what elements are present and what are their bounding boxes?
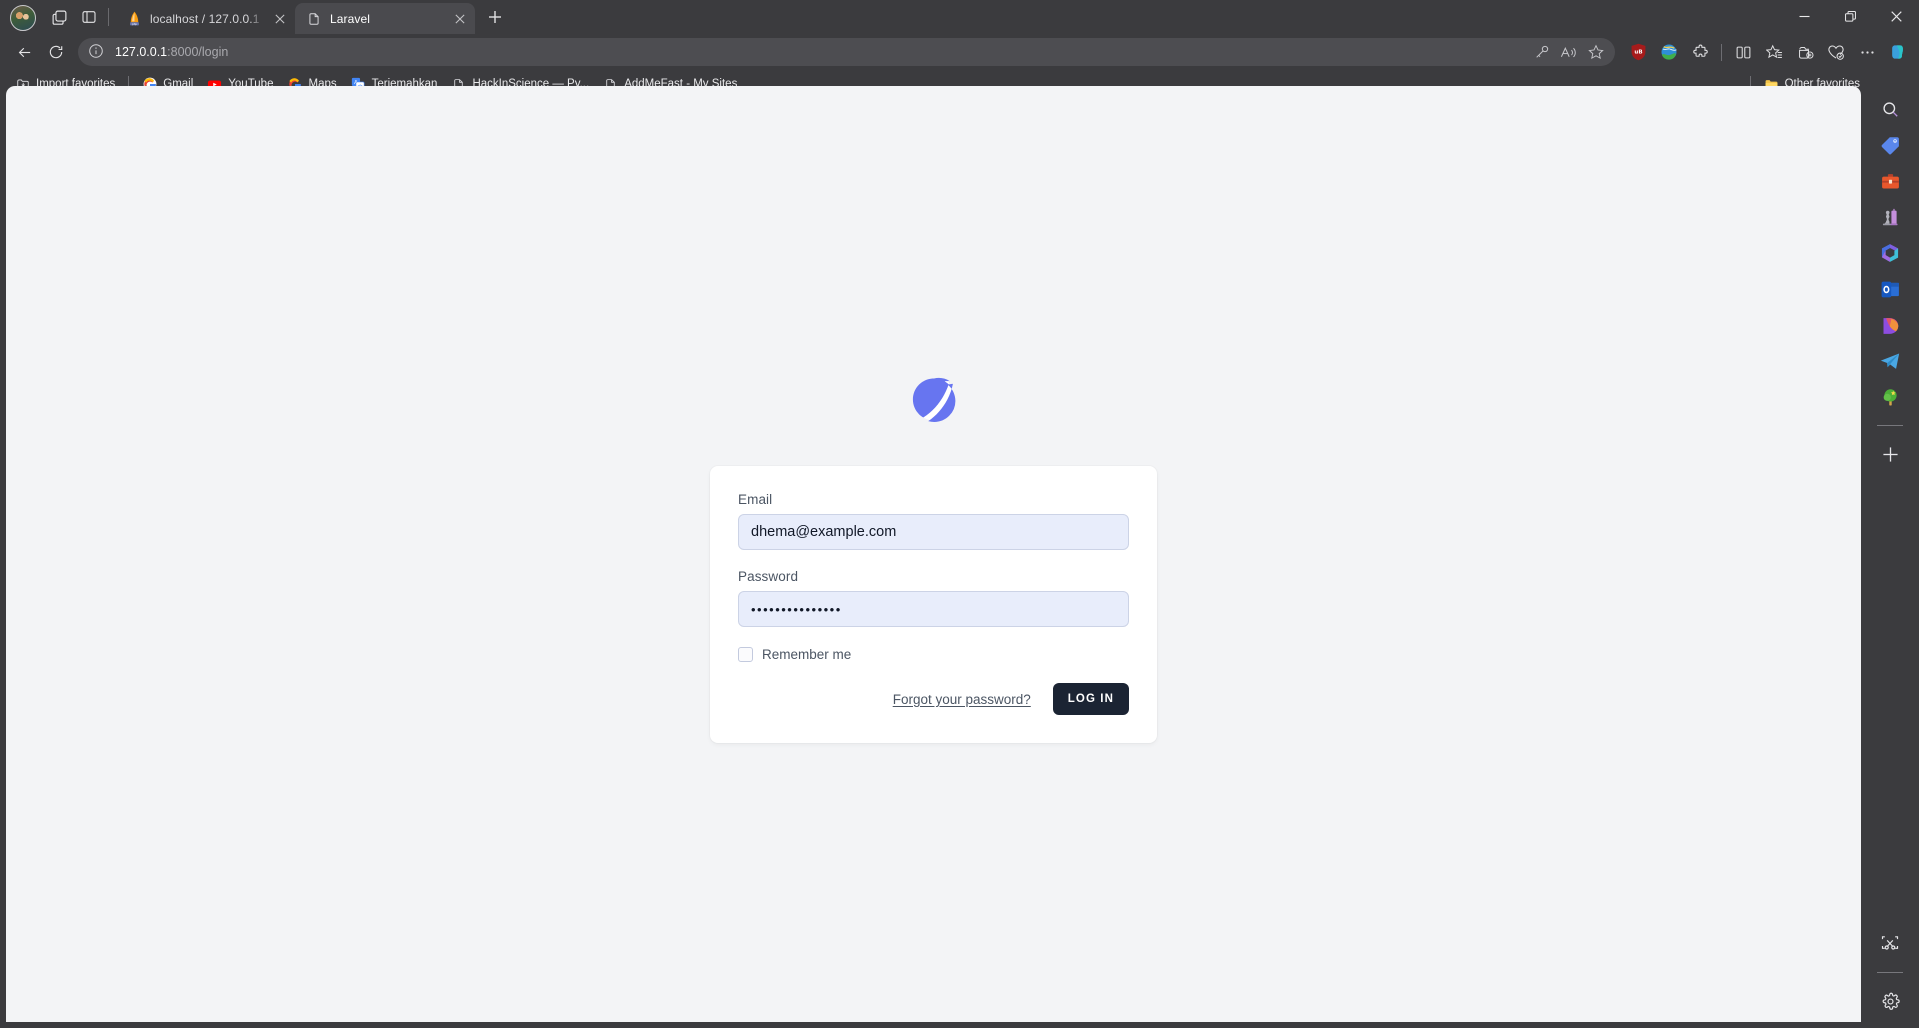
key-icon[interactable]: [1528, 40, 1555, 64]
url-host: 127.0.0.1: [115, 45, 168, 59]
outlook-icon[interactable]: [1873, 272, 1907, 306]
tab-title: localhost / 127.0.0.1 / edu | phpM: [150, 11, 263, 26]
password-field-group: Password: [738, 569, 1129, 627]
window-controls: [1781, 0, 1919, 32]
navigation-toolbar: 127.0.0.1:8000/login uB: [0, 34, 1919, 70]
remember-me-row[interactable]: Remember me: [738, 647, 1129, 662]
settings-and-more-icon[interactable]: [1852, 37, 1882, 67]
split-screen-icon[interactable]: [1728, 37, 1758, 67]
search-icon[interactable]: [1873, 92, 1907, 126]
phpmyadmin-icon: php: [126, 11, 142, 27]
vertical-tabs-icon[interactable]: [74, 2, 104, 32]
login-button[interactable]: Log in: [1052, 683, 1129, 715]
toolbar-extensions: uB: [1623, 37, 1913, 67]
address-bar-actions: [1528, 40, 1609, 64]
refresh-button[interactable]: [40, 37, 72, 67]
collections-icon[interactable]: [1759, 37, 1789, 67]
laravel-application-logo-icon: [905, 376, 963, 434]
document-icon: [306, 11, 322, 27]
browser-tab-laravel[interactable]: Laravel: [295, 3, 475, 34]
close-button[interactable]: [1873, 0, 1919, 32]
email-field-group: Email: [738, 492, 1129, 550]
games-icon[interactable]: [1873, 200, 1907, 234]
settings-gear-icon[interactable]: [1873, 984, 1907, 1018]
favorite-star-icon[interactable]: [1582, 40, 1609, 64]
browser-window: php localhost / 127.0.0.1 / edu | phpM L…: [0, 0, 1919, 1028]
tab-strip: php localhost / 127.0.0.1 / edu | phpM L…: [0, 0, 1919, 34]
telegram-icon[interactable]: [1873, 344, 1907, 378]
browser-tab-phpmyadmin[interactable]: php localhost / 127.0.0.1 / edu | phpM: [115, 3, 295, 34]
ublock-origin-icon[interactable]: uB: [1623, 37, 1653, 67]
extensions-puzzle-icon[interactable]: [1685, 37, 1715, 67]
tab-close-icon[interactable]: [451, 10, 469, 28]
add-sidebar-app-button[interactable]: [1873, 437, 1907, 471]
email-label: Email: [738, 492, 773, 507]
tabstrip-divider: [108, 8, 109, 26]
address-bar-url: 127.0.0.1:8000/login: [115, 45, 1528, 59]
browser-essentials-icon[interactable]: [1821, 37, 1851, 67]
screenshot-icon[interactable]: [1873, 927, 1907, 961]
site-information-icon[interactable]: [88, 43, 106, 61]
add-to-collections-icon[interactable]: [1790, 37, 1820, 67]
back-button[interactable]: [8, 37, 40, 67]
login-card: Email Password Remember me Forgot your p…: [710, 466, 1157, 743]
tab-title: Laravel: [330, 11, 371, 26]
restore-button[interactable]: [1827, 0, 1873, 32]
profile-avatar[interactable]: [10, 5, 36, 31]
login-actions-row: Forgot your password? Log in: [738, 683, 1129, 715]
svg-text:uB: uB: [1634, 50, 1642, 56]
remember-me-label: Remember me: [762, 647, 852, 662]
shopping-tag-icon[interactable]: [1873, 128, 1907, 162]
password-label: Password: [738, 569, 799, 584]
svg-text:php: php: [132, 22, 137, 26]
page-viewport: Email Password Remember me Forgot your p…: [6, 86, 1861, 1022]
remember-me-checkbox[interactable]: [738, 647, 753, 662]
microsoft-365-icon[interactable]: [1873, 236, 1907, 270]
toolbar-divider: [1721, 43, 1722, 61]
sidebar-divider: [1877, 425, 1903, 426]
new-tab-button[interactable]: [481, 3, 509, 31]
field-spacer: [738, 552, 1129, 569]
copilot-icon[interactable]: [1883, 37, 1913, 67]
tree-icon[interactable]: [1873, 380, 1907, 414]
tab-close-icon[interactable]: [271, 10, 289, 28]
read-aloud-icon[interactable]: [1555, 40, 1582, 64]
edge-sidebar: [1861, 86, 1919, 1028]
minimize-button[interactable]: [1781, 0, 1827, 32]
forgot-password-link[interactable]: Forgot your password?: [893, 692, 1031, 707]
designer-icon[interactable]: [1873, 308, 1907, 342]
address-bar[interactable]: 127.0.0.1:8000/login: [78, 38, 1615, 66]
login-page: Email Password Remember me Forgot your p…: [6, 86, 1861, 1022]
tab-actions-menu-icon[interactable]: [44, 2, 74, 32]
password-input[interactable]: [738, 591, 1129, 627]
sidebar-divider: [1877, 972, 1903, 973]
email-input[interactable]: [738, 514, 1129, 550]
url-path: :8000/login: [167, 45, 229, 59]
tools-icon[interactable]: [1873, 164, 1907, 198]
internet-download-manager-icon[interactable]: [1654, 37, 1684, 67]
